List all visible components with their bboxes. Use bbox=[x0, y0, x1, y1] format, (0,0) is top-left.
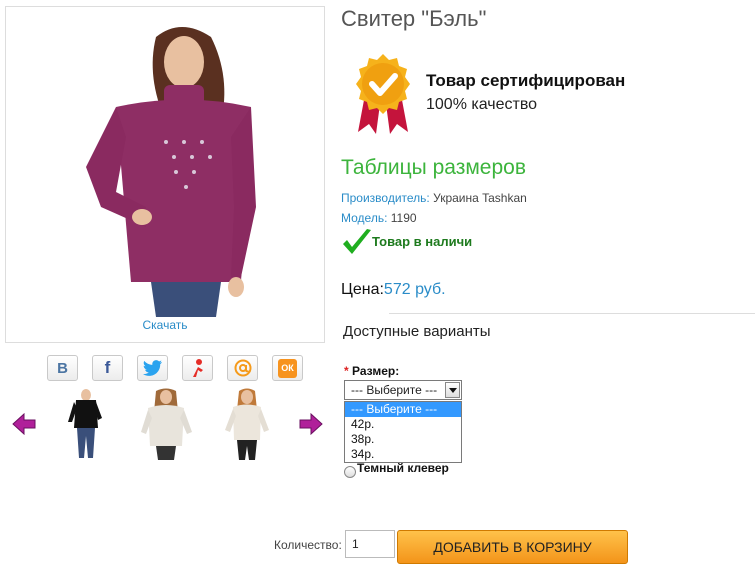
size-option[interactable]: 34р. bbox=[345, 447, 461, 462]
model-label: Модель: bbox=[341, 211, 388, 225]
in-stock-check-icon bbox=[343, 229, 371, 254]
divider bbox=[389, 313, 755, 314]
size-select-value: --- Выберите --- bbox=[351, 383, 438, 397]
size-select[interactable]: --- Выберите --- bbox=[344, 380, 462, 400]
price-value: 572 руб. bbox=[383, 281, 446, 298]
size-dropdown-list: --- Выберите --- 42р. 38р. 34р. bbox=[344, 401, 462, 463]
thumbnail-white-sweater-2[interactable] bbox=[217, 388, 279, 462]
moimir-share-button[interactable] bbox=[182, 355, 213, 381]
size-option[interactable]: 38р. bbox=[345, 432, 461, 447]
vk-icon: В bbox=[57, 359, 68, 377]
download-link[interactable]: Скачать bbox=[0, 318, 330, 332]
odnoklassniki-share-button[interactable]: ОК bbox=[272, 355, 303, 381]
product-main-image[interactable] bbox=[5, 6, 325, 343]
size-option[interactable]: --- Выберите --- bbox=[345, 402, 461, 417]
size-option[interactable]: 42р. bbox=[345, 417, 461, 432]
facebook-share-button[interactable]: f bbox=[92, 355, 123, 381]
mail-share-button[interactable] bbox=[227, 355, 258, 381]
manufacturer-label[interactable]: Производитель: bbox=[341, 191, 430, 205]
stock-status: Товар в наличи bbox=[372, 234, 473, 249]
chevron-down-icon[interactable] bbox=[445, 382, 460, 398]
size-label-text: Размер: bbox=[352, 364, 400, 378]
options-title: Доступные варианты bbox=[343, 323, 491, 340]
odnoklassniki-icon: ОК bbox=[278, 358, 297, 378]
twitter-share-button[interactable] bbox=[137, 355, 168, 381]
next-arrow-icon[interactable] bbox=[299, 413, 323, 435]
size-label: * Размер: bbox=[344, 364, 399, 378]
add-to-cart-button[interactable]: ДОБАВИТЬ В КОРЗИНУ bbox=[397, 530, 628, 564]
previous-arrow-icon[interactable] bbox=[12, 413, 36, 435]
product-title: Свитер "Бэль" bbox=[341, 6, 487, 31]
vk-share-button[interactable]: В bbox=[47, 355, 78, 381]
thumbnail-black-sweater[interactable] bbox=[58, 388, 120, 462]
certified-title: Товар сертифицирован bbox=[426, 71, 626, 90]
required-mark: * bbox=[344, 364, 349, 378]
facebook-icon: f bbox=[104, 358, 111, 377]
at-icon bbox=[234, 359, 251, 377]
twitter-icon bbox=[142, 360, 162, 376]
certified-subtitle: 100% качество bbox=[426, 96, 538, 113]
thumbnail-white-sweater-1[interactable] bbox=[136, 388, 198, 462]
price: Цена:572 руб. bbox=[341, 281, 446, 299]
model-value: 1190 bbox=[390, 211, 417, 225]
size-tables-link[interactable]: Таблицы размеров bbox=[341, 156, 526, 180]
moimir-icon bbox=[192, 359, 203, 377]
manufacturer-row: Производитель: Украина Tashkan bbox=[341, 191, 527, 205]
color-option-label: Темный клевер bbox=[357, 461, 449, 475]
quantity-input[interactable]: 1 bbox=[345, 530, 395, 558]
certified-badge-icon bbox=[356, 54, 410, 134]
model-row: Модель: 1190 bbox=[341, 211, 417, 225]
color-radio[interactable] bbox=[344, 466, 356, 478]
quantity-label: Количество: bbox=[274, 538, 342, 552]
manufacturer-value: Украина Tashkan bbox=[433, 191, 527, 205]
price-label: Цена: bbox=[341, 281, 384, 298]
